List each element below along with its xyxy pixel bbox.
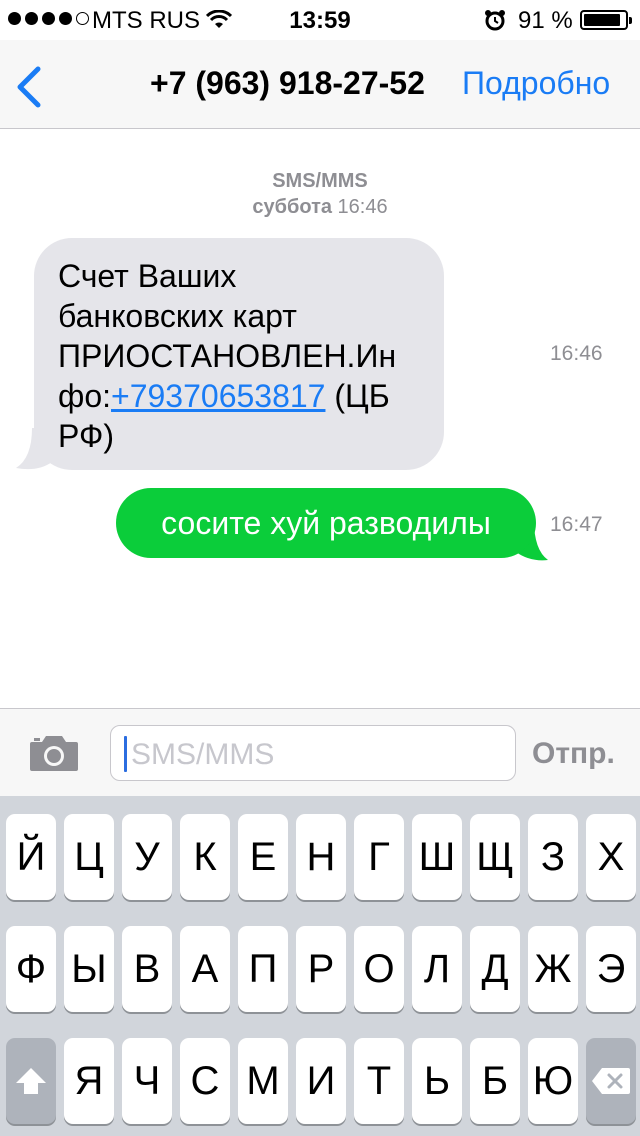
key-Г[interactable]: Г — [354, 814, 404, 900]
message-line: фо:+79370653817 (ЦБ — [58, 376, 420, 416]
key-Щ[interactable]: Щ — [470, 814, 520, 900]
key-М[interactable]: М — [238, 1038, 288, 1124]
key-И[interactable]: И — [296, 1038, 346, 1124]
phone-link[interactable]: +79370653817 — [111, 378, 325, 414]
key-А[interactable]: А — [180, 926, 230, 1012]
message-line: ПРИОСТАНОВЛЕН.Ин — [58, 338, 397, 374]
key-Ы[interactable]: Ы — [64, 926, 114, 1012]
text-cursor — [124, 736, 127, 772]
key-Ь[interactable]: Ь — [412, 1038, 462, 1124]
key-Й[interactable]: Й — [6, 814, 56, 900]
key-Ф[interactable]: Ф — [6, 926, 56, 1012]
chevron-left-icon[interactable] — [14, 66, 44, 113]
message-timestamp: 16:46 — [550, 342, 603, 365]
shift-arrow-icon[interactable] — [6, 1038, 56, 1124]
key-Н[interactable]: Н — [296, 814, 346, 900]
message-line: Счет Ваших — [58, 258, 237, 294]
status-bar: MTS RUS 13:59 91 % — [0, 0, 640, 40]
details-button[interactable]: Подробно — [462, 65, 610, 102]
battery-icon — [580, 10, 632, 30]
conversation-date: суббота 16:46 — [0, 196, 640, 219]
battery-percent: 91 % — [518, 7, 573, 34]
key-К[interactable]: К — [180, 814, 230, 900]
key-Л[interactable]: Л — [412, 926, 462, 1012]
compose-bar: SMS/MMS Отпр. — [0, 708, 640, 796]
key-Х[interactable]: Х — [586, 814, 636, 900]
key-Я[interactable]: Я — [64, 1038, 114, 1124]
key-Р[interactable]: Р — [296, 926, 346, 1012]
key-Д[interactable]: Д — [470, 926, 520, 1012]
message-line: РФ) — [58, 418, 114, 454]
message-text: (ЦБ — [325, 378, 390, 414]
alarm-clock-icon — [484, 9, 506, 38]
date-time: 16:46 — [337, 196, 388, 218]
key-У[interactable]: У — [122, 814, 172, 900]
send-button[interactable]: Отпр. — [532, 737, 615, 771]
keyboard: ЙЦУКЕНГШЩЗХ ФЫВАПРОЛДЖЭ ЯЧСМИТЬБЮ — [0, 796, 640, 1136]
message-timestamp: 16:47 — [550, 513, 603, 536]
date-day: суббота — [252, 196, 332, 218]
message-text: фо: — [58, 378, 112, 414]
key-Ц[interactable]: Ц — [64, 814, 114, 900]
backspace-icon[interactable] — [586, 1038, 636, 1124]
incoming-message-bubble[interactable]: Счет Ваших банковских карт ПРИОСТАНОВЛЕН… — [34, 238, 444, 470]
key-О[interactable]: О — [354, 926, 404, 1012]
service-label: SMS/MMS — [272, 170, 368, 192]
message-input-placeholder: SMS/MMS — [131, 738, 275, 771]
key-Б[interactable]: Б — [470, 1038, 520, 1124]
key-Т[interactable]: Т — [354, 1038, 404, 1124]
key-Ш[interactable]: Ш — [412, 814, 462, 900]
battery-fill — [584, 14, 621, 26]
key-Е[interactable]: Е — [238, 814, 288, 900]
outgoing-message-bubble[interactable]: сосите хуй разводилы — [116, 488, 536, 558]
navigation-bar: +7 (963) 918-27-52 Подробно — [0, 40, 640, 129]
message-line: банковских карт — [58, 298, 297, 334]
camera-icon[interactable] — [28, 733, 80, 778]
key-В[interactable]: В — [122, 926, 172, 1012]
key-С[interactable]: С — [180, 1038, 230, 1124]
contact-phone-number: +7 (963) 918-27-52 — [150, 65, 425, 101]
message-input[interactable]: SMS/MMS — [110, 725, 516, 781]
key-Э[interactable]: Э — [586, 926, 636, 1012]
key-Ю[interactable]: Ю — [528, 1038, 578, 1124]
key-П[interactable]: П — [238, 926, 288, 1012]
key-Ж[interactable]: Ж — [528, 926, 578, 1012]
key-Ч[interactable]: Ч — [122, 1038, 172, 1124]
key-З[interactable]: З — [528, 814, 578, 900]
